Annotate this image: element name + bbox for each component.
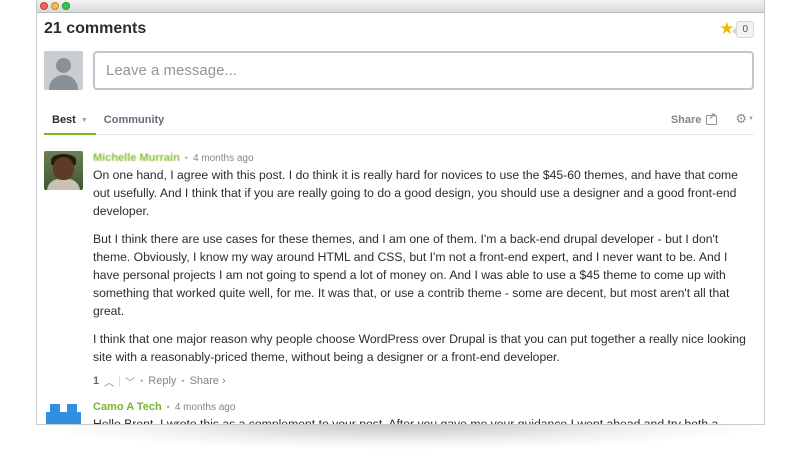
- comment-body: Camo A Tech • 4 months ago Hello Brent, …: [93, 400, 754, 425]
- tab-community-label: Community: [103, 114, 165, 126]
- comments-header: 21 comments ★ 0: [44, 18, 754, 40]
- comment: Michelle Murrain • 4 months ago On one h…: [44, 151, 754, 389]
- gear-icon: ⚙: [735, 111, 748, 126]
- comment: Camo A Tech • 4 months ago Hello Brent, …: [44, 400, 754, 425]
- share-label: Share: [670, 114, 702, 126]
- zoom-window-button[interactable]: [62, 2, 70, 10]
- meta-separator: •: [184, 153, 188, 163]
- minimize-window-button[interactable]: [51, 2, 59, 10]
- comment-paragraph: I think that one major reason why people…: [93, 332, 746, 365]
- divider: [119, 375, 121, 387]
- comment-author[interactable]: Camo A Tech: [93, 401, 162, 413]
- share-icon: [706, 111, 718, 125]
- browser-window: 21 comments ★ 0 Best ▼ Community Share ⚙…: [36, 0, 765, 425]
- vote-count: 1: [93, 375, 100, 388]
- comment-text: Hello Brent, I wrote this as a complemen…: [93, 416, 754, 425]
- tab-best[interactable]: Best ▼: [44, 114, 96, 135]
- reply-button[interactable]: Reply: [148, 375, 176, 387]
- comment-paragraph: On one hand, I agree with this post. I d…: [93, 168, 738, 218]
- comment-actions: 1 ︿ ﹀ • Reply • Share ›: [93, 374, 754, 389]
- share-comment-button[interactable]: Share ›: [190, 375, 226, 387]
- title-bar: [37, 0, 764, 13]
- sort-tabs: Best ▼ Community Share ⚙ ▼: [44, 106, 754, 135]
- user-avatar: [44, 51, 83, 90]
- downvote-icon[interactable]: ﹀: [125, 374, 135, 389]
- share-thread-button[interactable]: Share: [670, 111, 718, 134]
- chevron-down-icon: ▼: [748, 116, 754, 122]
- meta-separator: •: [140, 376, 144, 387]
- comment-time[interactable]: 4 months ago: [193, 153, 254, 164]
- close-window-button[interactable]: [40, 2, 48, 10]
- tab-best-label: Best: [52, 114, 76, 126]
- comment-author[interactable]: Michelle Murrain: [93, 152, 180, 164]
- favorite-count: 0: [732, 20, 754, 38]
- avatar[interactable]: [44, 400, 83, 424]
- upvote-icon[interactable]: ︿: [104, 374, 114, 389]
- comment-paragraph: But I think there are use cases for thes…: [93, 232, 730, 318]
- comment-text: On one hand, I agree with this post. I d…: [93, 167, 754, 367]
- comment-composer: [44, 51, 754, 91]
- comment-paragraph: Hello Brent, I wrote this as a complemen…: [93, 417, 719, 425]
- comment-count-title: 21 comments: [44, 20, 147, 37]
- comment-meta: Michelle Murrain • 4 months ago: [93, 151, 754, 165]
- comment-body: Michelle Murrain • 4 months ago On one h…: [93, 151, 754, 389]
- message-input[interactable]: [93, 51, 754, 90]
- chevron-down-icon: ▼: [80, 116, 88, 124]
- settings-menu-button[interactable]: ⚙ ▼: [735, 111, 754, 134]
- meta-separator: •: [166, 402, 170, 412]
- comment-time[interactable]: 4 months ago: [175, 402, 236, 413]
- tab-community[interactable]: Community: [96, 114, 173, 134]
- avatar[interactable]: [44, 151, 83, 190]
- comment-meta: Camo A Tech • 4 months ago: [93, 400, 754, 414]
- meta-separator: •: [181, 376, 185, 387]
